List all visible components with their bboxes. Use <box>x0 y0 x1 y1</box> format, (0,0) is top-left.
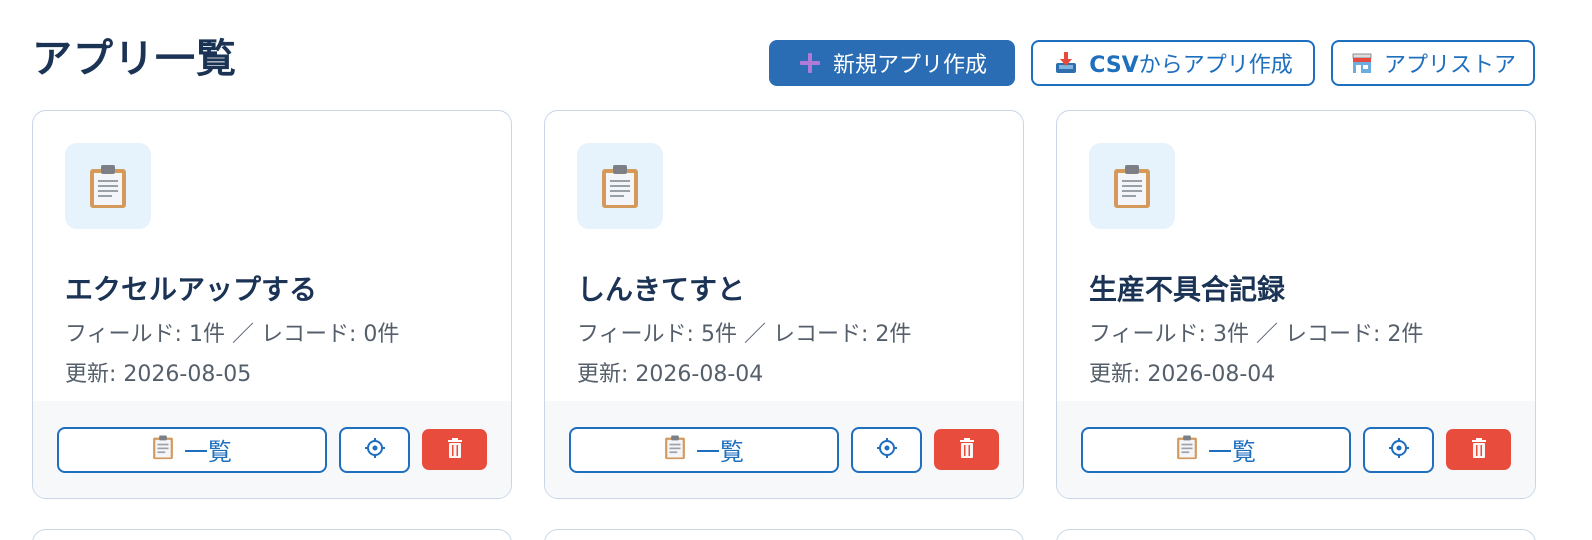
app-store-button[interactable]: アプリストア <box>1331 40 1535 86</box>
card-footer: 一覧 <box>33 401 511 498</box>
app-meta: フィールド: 1件 ／ レコード: 0件 <box>65 322 400 347</box>
new-app-button[interactable]: 新規アプリ作成 <box>769 40 1015 86</box>
settings-button[interactable] <box>1362 426 1435 473</box>
clipboard-icon <box>577 143 663 229</box>
list-button-label: 一覧 <box>183 438 232 466</box>
app-title[interactable]: 生産不具合記録 <box>1089 273 1503 307</box>
app-list-page: アプリ一覧 新規アプリ作成 CSVからアプリ作成 アプリストア エクセルアップす… <box>0 0 1592 540</box>
list-button[interactable]: 一覧 <box>57 426 327 473</box>
settings-button[interactable] <box>850 426 923 473</box>
plus-icon <box>797 50 823 76</box>
settings-button[interactable] <box>338 426 411 473</box>
csv-import-button[interactable]: CSVからアプリ作成 <box>1031 40 1315 86</box>
csv-import-label: CSVからアプリ作成 <box>1089 53 1293 78</box>
app-card <box>544 529 1024 540</box>
app-card: 生産不具合記録 フィールド: 3件 ／ レコード: 2件 更新: 2026-08… <box>1056 110 1536 499</box>
app-updated: 更新: 2026-08-05 <box>65 362 252 387</box>
gear-icon <box>876 437 898 462</box>
app-card <box>1056 529 1536 540</box>
app-meta: フィールド: 5件 ／ レコード: 2件 <box>577 322 912 347</box>
gear-icon <box>1388 437 1410 462</box>
new-app-label: 新規アプリ作成 <box>832 53 987 78</box>
app-card: しんきてすと フィールド: 5件 ／ レコード: 2件 更新: 2026-08-… <box>544 110 1024 499</box>
card-footer: 一覧 <box>545 401 1023 498</box>
trash-icon <box>1471 437 1487 462</box>
list-button-label: 一覧 <box>695 438 744 466</box>
app-card: エクセルアップする フィールド: 1件 ／ レコード: 0件 更新: 2026-… <box>32 110 512 499</box>
trash-icon <box>959 437 975 462</box>
inbox-tray-icon <box>1053 50 1079 76</box>
clipboard-icon <box>1089 143 1175 229</box>
clipboard-icon <box>152 434 174 466</box>
page-title: アプリ一覧 <box>32 36 237 82</box>
app-meta: フィールド: 3件 ／ レコード: 2件 <box>1089 322 1424 347</box>
trash-icon <box>447 437 463 462</box>
next-card-row <box>32 529 1536 540</box>
card-footer: 一覧 <box>1057 401 1535 498</box>
delete-button[interactable] <box>1446 429 1511 470</box>
clipboard-icon <box>664 434 686 466</box>
list-button-label: 一覧 <box>1207 438 1256 466</box>
delete-button[interactable] <box>934 429 999 470</box>
app-title[interactable]: しんきてすと <box>577 273 991 307</box>
app-updated: 更新: 2026-08-04 <box>1089 362 1276 387</box>
list-button[interactable]: 一覧 <box>1081 426 1351 473</box>
store-icon <box>1350 50 1374 76</box>
app-store-label: アプリストア <box>1384 53 1517 78</box>
app-updated: 更新: 2026-08-04 <box>577 362 764 387</box>
app-card-grid: エクセルアップする フィールド: 1件 ／ レコード: 0件 更新: 2026-… <box>32 110 1536 499</box>
app-card <box>32 529 512 540</box>
delete-button[interactable] <box>422 429 487 470</box>
app-title[interactable]: エクセルアップする <box>65 273 479 307</box>
list-button[interactable]: 一覧 <box>569 426 839 473</box>
clipboard-icon <box>65 143 151 229</box>
gear-icon <box>364 437 386 462</box>
header-actions: 新規アプリ作成 CSVからアプリ作成 アプリストア <box>769 40 1535 86</box>
clipboard-icon <box>1176 434 1198 466</box>
